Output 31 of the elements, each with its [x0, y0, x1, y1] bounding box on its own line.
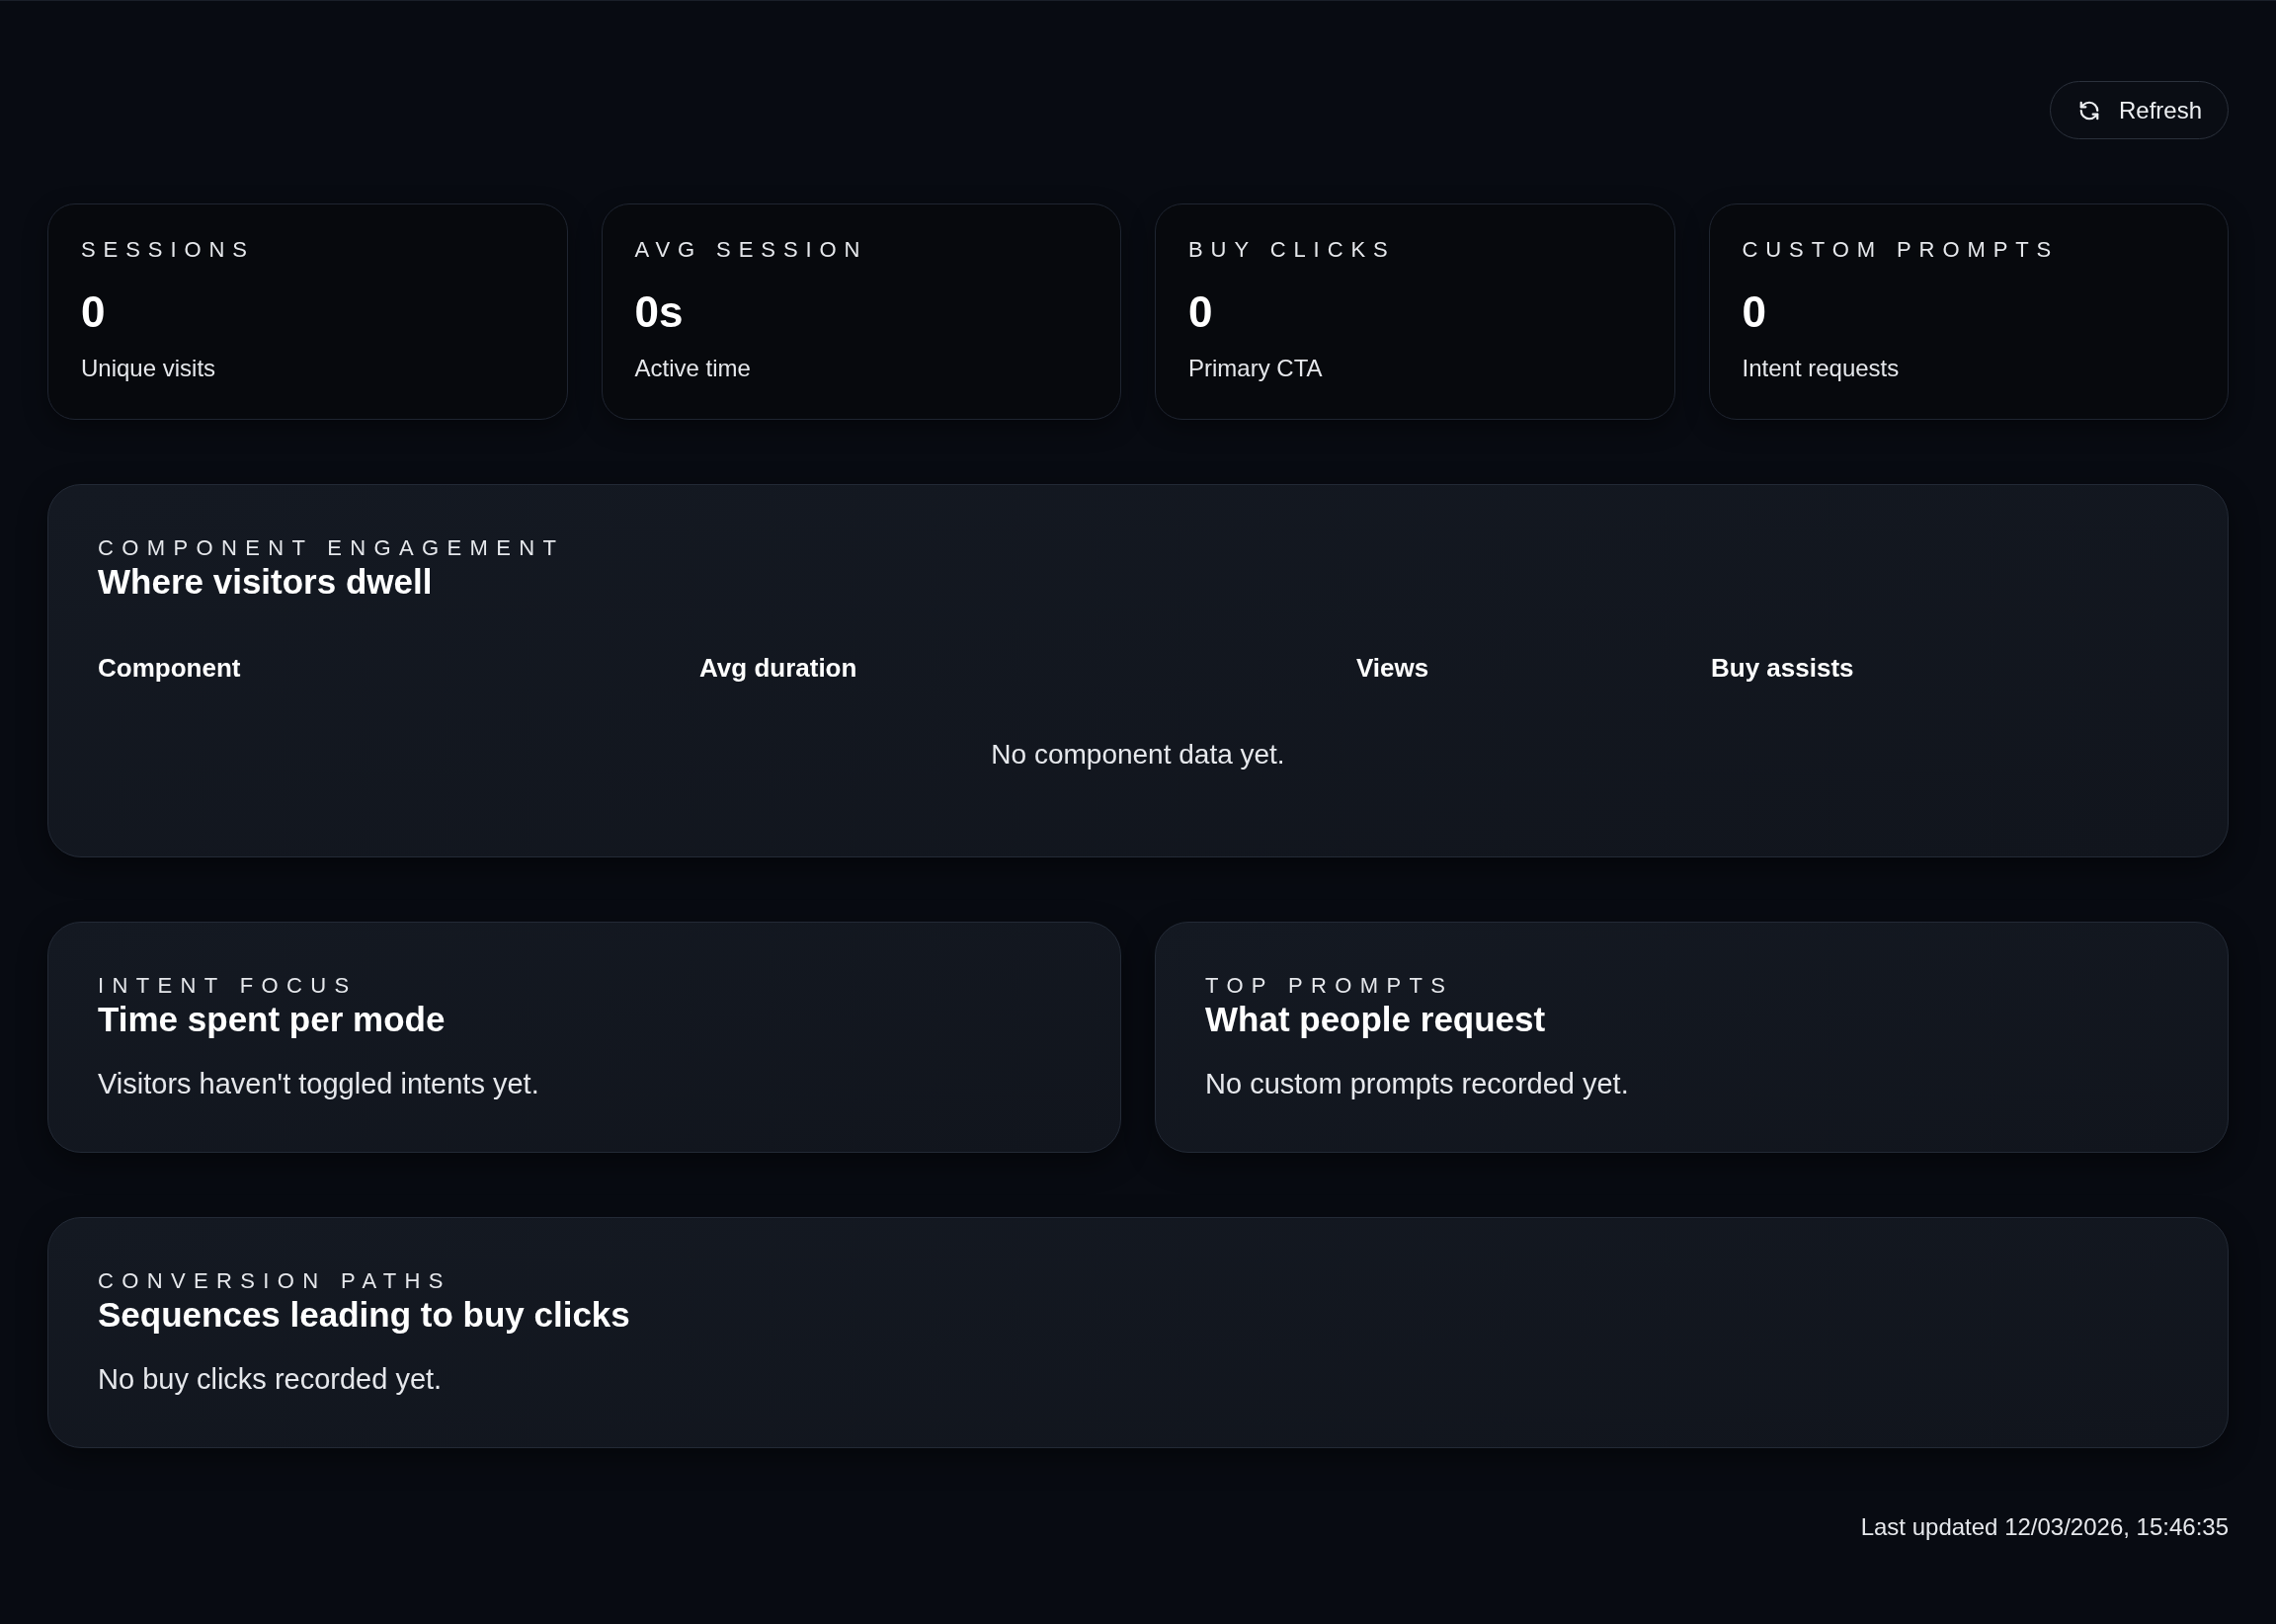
- stat-caption: Primary CTA: [1188, 354, 1323, 383]
- stat-caption: Active time: [634, 354, 751, 383]
- stat-value: 0: [81, 287, 106, 337]
- panel-title: Sequences leading to buy clicks: [98, 1294, 630, 1336]
- panel-title: Where visitors dwell: [98, 561, 433, 603]
- stat-value: 0s: [634, 287, 684, 337]
- refresh-button[interactable]: Refresh: [2049, 81, 2229, 139]
- stat-caption: Intent requests: [1742, 354, 1900, 383]
- stat-value: 0: [1742, 287, 1766, 337]
- column-header: Views: [1356, 652, 1429, 684]
- panel-eyebrow: INTENT FOCUS: [98, 973, 358, 999]
- panel-eyebrow: COMPONENT ENGAGEMENT: [98, 535, 565, 561]
- stat-label: CUSTOM PROMPTS: [1742, 237, 2060, 263]
- panel-title: What people request: [1205, 999, 1546, 1040]
- stat-value: 0: [1188, 287, 1213, 337]
- column-header: Buy assists: [1711, 652, 1854, 684]
- panel-eyebrow: CONVERSION PATHS: [98, 1268, 451, 1294]
- last-updated-text: Last updated 12/03/2026, 15:46:35: [1860, 1512, 2229, 1542]
- column-header: Component: [98, 652, 241, 684]
- stat-label: BUY CLICKS: [1188, 237, 1396, 263]
- empty-message: No custom prompts recorded yet.: [1205, 1067, 1629, 1101]
- panel-eyebrow: TOP PROMPTS: [1205, 973, 1454, 999]
- empty-message: No component data yet.: [991, 738, 1285, 771]
- column-header: Avg duration: [699, 652, 857, 684]
- panel-title: Time spent per mode: [98, 999, 446, 1040]
- empty-message: Visitors haven't toggled intents yet.: [98, 1067, 539, 1101]
- stat-caption: Unique visits: [81, 354, 216, 383]
- stat-label: SESSIONS: [81, 237, 255, 263]
- refresh-icon: [2077, 99, 2100, 122]
- stat-label: AVG SESSION: [634, 237, 868, 263]
- empty-message: No buy clicks recorded yet.: [98, 1362, 443, 1397]
